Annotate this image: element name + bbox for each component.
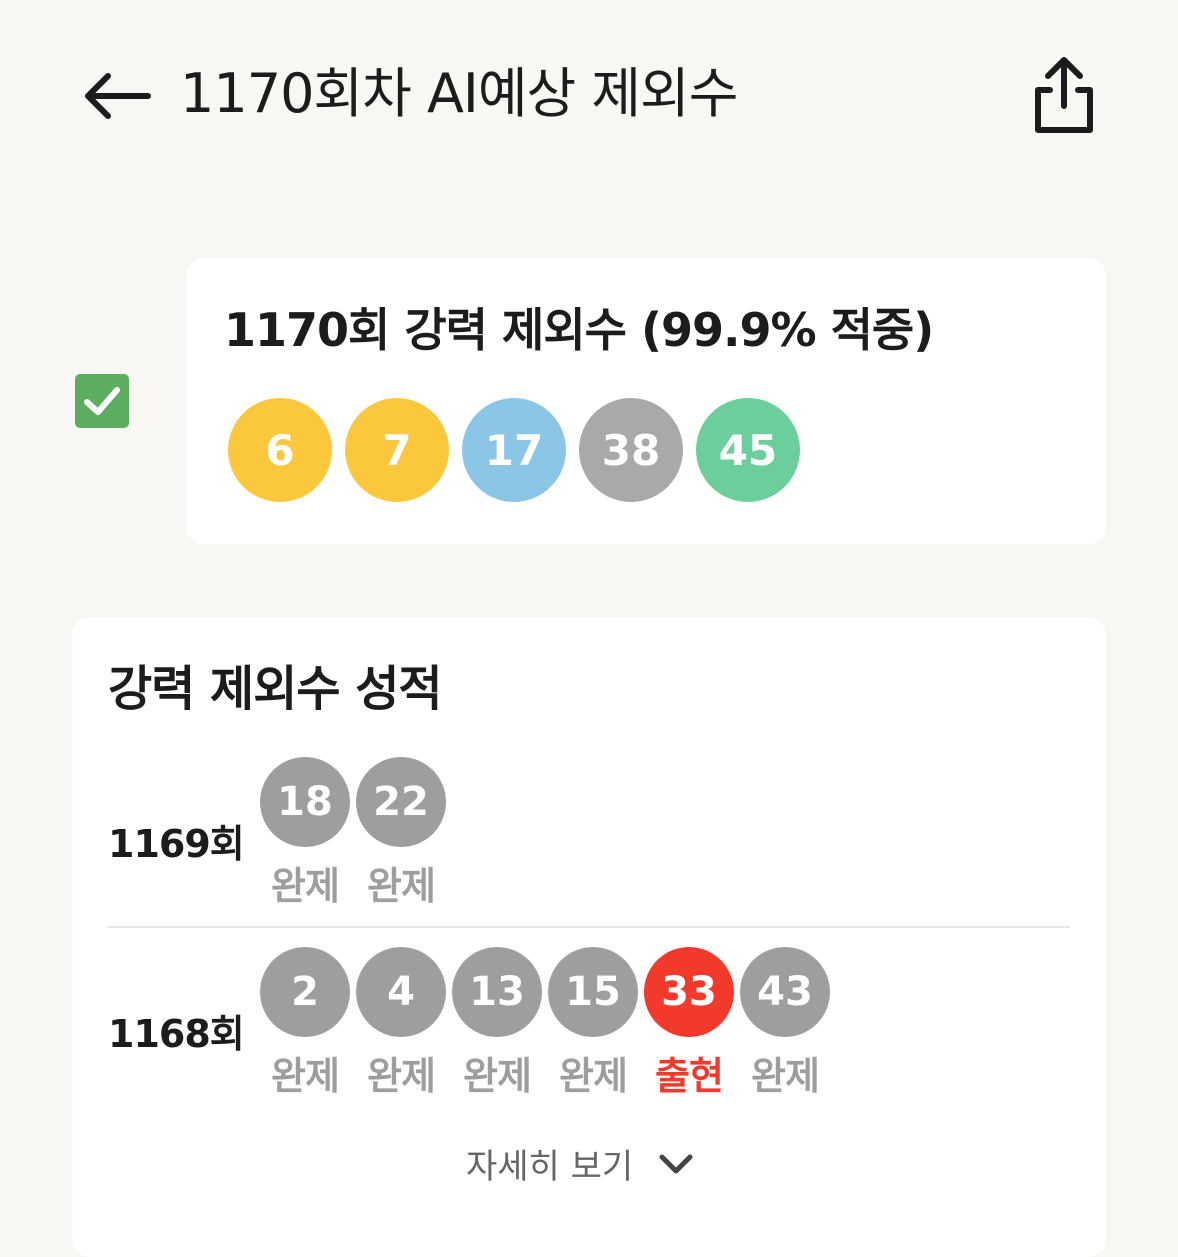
record-card: 강력 제외수 성적 1169회 18 완제 22 완제 1168회 2 완제 4 완제 13 완… (72, 617, 1106, 1257)
result-label: 완제 (271, 1054, 340, 1098)
result-label: 완제 (751, 1054, 820, 1098)
page-title: 1170회차 AI예상 제외수 (180, 62, 738, 125)
result-label: 완제 (271, 864, 340, 908)
result-label: 완제 (559, 1054, 628, 1098)
number-ball: 38 (579, 398, 683, 502)
ball-result-item: 2 완제 (260, 947, 350, 1100)
result-label: 완제 (367, 864, 436, 908)
app-header: 1170회차 AI예상 제외수 (0, 0, 1178, 190)
round-row: 1169회 18 완제 22 완제 (108, 757, 1070, 927)
share-button[interactable] (1026, 54, 1102, 138)
divider (108, 926, 1070, 928)
ball-result-item: 18 완제 (260, 757, 350, 910)
share-icon (1035, 57, 1093, 133)
number-ball: 22 (356, 757, 446, 847)
number-ball: 4 (356, 947, 446, 1037)
prediction-card: 1170회 강력 제외수 (99.9% 적중) 6 7 17 38 45 (186, 258, 1106, 544)
number-ball: 15 (548, 947, 638, 1037)
number-ball: 43 (740, 947, 830, 1037)
ball-result-item: 13 완제 (452, 947, 542, 1100)
round-balls: 2 완제 4 완제 13 완제 15 완제 33 출현 43 완제 (260, 947, 830, 1100)
ball-result-item: 22 완제 (356, 757, 446, 910)
round-balls: 18 완제 22 완제 (260, 757, 446, 910)
number-ball: 13 (452, 947, 542, 1037)
chevron-down-icon (659, 1154, 693, 1173)
record-title: 강력 제외수 성적 (108, 661, 443, 717)
number-ball: 18 (260, 757, 350, 847)
round-label: 1168회 (108, 1012, 245, 1056)
result-label: 출현 (655, 1054, 724, 1098)
number-ball: 2 (260, 947, 350, 1037)
view-details-label: 자세히 보기 (466, 1147, 634, 1187)
number-ball: 45 (696, 398, 800, 502)
result-label: 완제 (367, 1054, 436, 1098)
result-label: 완제 (463, 1054, 532, 1098)
arrow-left-icon (85, 73, 151, 119)
prediction-checkbox[interactable] (75, 374, 129, 428)
number-ball: 6 (228, 398, 332, 502)
round-label: 1169회 (108, 822, 245, 866)
ball-result-item: 33 출현 (644, 947, 734, 1100)
number-ball: 33 (644, 947, 734, 1037)
ball-result-item: 15 완제 (548, 947, 638, 1100)
ball-result-item: 43 완제 (740, 947, 830, 1100)
back-button[interactable] (78, 68, 152, 124)
ball-result-item: 4 완제 (356, 947, 446, 1100)
view-details-button[interactable]: 자세히 보기 (466, 1139, 693, 1188)
checkmark-icon (84, 387, 120, 415)
round-row: 1168회 2 완제 4 완제 13 완제 15 완제 33 출현 43 완제 (108, 947, 1070, 1100)
number-ball: 7 (345, 398, 449, 502)
prediction-title: 1170회 강력 제외수 (99.9% 적중) (224, 303, 934, 357)
number-ball: 17 (462, 398, 566, 502)
prediction-balls: 6 7 17 38 45 (228, 398, 800, 502)
